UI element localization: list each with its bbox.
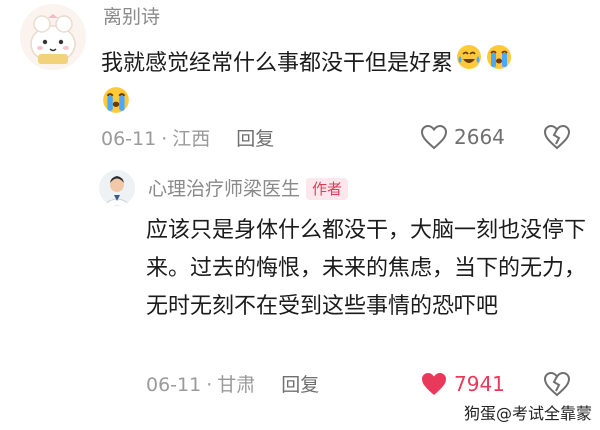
like-button[interactable]: 2664 bbox=[420, 124, 505, 150]
like-button-liked[interactable]: 7941 bbox=[420, 371, 505, 397]
loudly-crying-emoji-icon bbox=[485, 43, 513, 85]
author-badge: 作者 bbox=[306, 178, 349, 200]
broken-heart-icon bbox=[543, 371, 571, 397]
heart-outline-icon bbox=[420, 124, 448, 150]
cartoon-avatar-icon bbox=[20, 4, 86, 70]
watermark: 狗蛋@考试全靠蒙 bbox=[463, 404, 592, 423]
author-name-row: 心理治疗师梁医生 作者 bbox=[148, 177, 349, 201]
reply-button[interactable]: 回复 bbox=[236, 128, 274, 150]
comment-meta: 06-11 · 江西 回复 bbox=[101, 127, 274, 151]
reply-text: 应该只是身体什么都没干，大脑一刻也没停下来。过去的悔恨，未来的焦虑，当下的无力，… bbox=[146, 218, 587, 319]
meta-separator: · bbox=[206, 374, 213, 396]
user-avatar[interactable] bbox=[20, 4, 86, 70]
comment-body: 我就感觉经常什么事都没干但是好累 bbox=[101, 51, 454, 76]
heart-filled-icon bbox=[422, 373, 446, 395]
laugh-cry-emoji-icon bbox=[455, 43, 483, 85]
doctor-avatar-icon bbox=[99, 170, 135, 206]
broken-heart-icon bbox=[543, 124, 571, 150]
reply-meta: 06-11 · 甘肃 回复 bbox=[146, 373, 319, 397]
loudly-crying-emoji-icon bbox=[101, 85, 131, 129]
comment-location: 江西 bbox=[172, 128, 211, 150]
reply-date: 06-11 bbox=[146, 374, 202, 396]
reply-like-count: 7941 bbox=[454, 372, 505, 396]
like-count: 2664 bbox=[454, 125, 505, 149]
author-avatar[interactable] bbox=[99, 170, 135, 206]
meta-separator: · bbox=[161, 128, 168, 150]
comment-text: 我就感觉经常什么事都没干但是好累 bbox=[101, 43, 571, 129]
dislike-button[interactable] bbox=[543, 371, 571, 401]
dislike-button[interactable] bbox=[543, 124, 571, 154]
reply-button[interactable]: 回复 bbox=[281, 374, 319, 396]
reply-location: 甘肃 bbox=[217, 374, 256, 396]
comment-date: 06-11 bbox=[101, 128, 157, 150]
comment-username[interactable]: 离别诗 bbox=[103, 4, 160, 30]
author-username[interactable]: 心理治疗师梁医生 bbox=[148, 178, 300, 200]
